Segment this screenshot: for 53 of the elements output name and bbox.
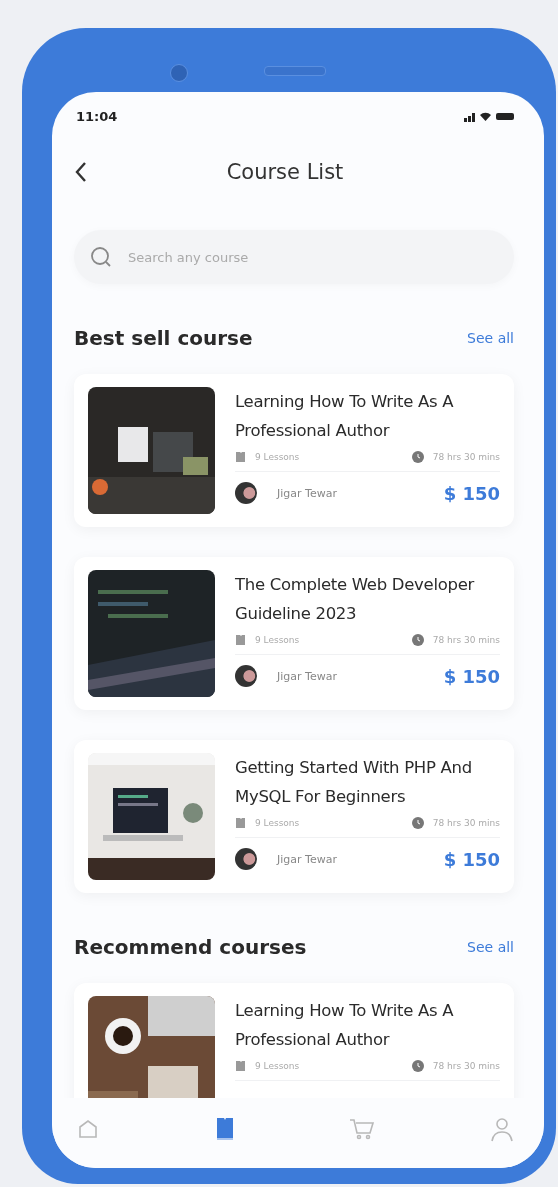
nav-tab[interactable] [489, 1116, 514, 1142]
book-icon [214, 1117, 235, 1141]
author-avatar [235, 482, 257, 504]
book-icon [235, 1060, 246, 1072]
lesson-count: 9 Lessons [255, 818, 300, 828]
search-icon [90, 246, 112, 268]
home-icon [76, 1117, 100, 1141]
course-title: The Complete Web Developer Guideline 2023 [235, 574, 476, 625]
lesson-count: 9 Lessons [255, 1061, 300, 1071]
see-all-link[interactable]: See all [467, 330, 514, 346]
nav-tab[interactable] [349, 1117, 376, 1141]
course-duration: 78 hrs 30 mins [432, 452, 500, 462]
author-avatar [235, 848, 257, 870]
course-title: Learning How To Write As A Professional Author [235, 391, 455, 442]
clock-icon [411, 451, 424, 463]
course-duration: 78 hrs 30 mins [432, 1061, 500, 1071]
clock-icon [411, 1060, 424, 1072]
camera-icon [170, 64, 188, 82]
course-card[interactable]: Learning How To Write As A Professional Author 9 Lessons 78 hrs 30 mins [74, 983, 514, 1098]
status-time: 11:04 [76, 108, 118, 124]
course-card[interactable]: The Complete Web Developer Guideline 2023 9 Lessons 78 hrs 30 mins Jigar Tewar $ 150 [74, 557, 514, 710]
course-title: Getting Started With PHP And MySQL For Beginners [235, 757, 473, 808]
course-price: $ 150 [443, 665, 500, 687]
clock-icon [411, 634, 424, 646]
speaker-icon [264, 66, 326, 76]
author-name: Jigar Tewar [277, 669, 337, 683]
course-price: $ 150 [443, 848, 500, 870]
back-icon[interactable] [74, 161, 88, 183]
cart-icon [349, 1117, 376, 1141]
nav-tab[interactable] [76, 1117, 100, 1141]
lesson-count: 9 Lessons [255, 635, 300, 645]
book-icon [235, 817, 246, 829]
page-title: Course List [225, 160, 345, 184]
course-card[interactable]: Getting Started With PHP And MySQL For Beginners 9 Lessons 78 hrs 30 mins Jigar Tewar $ 150 [74, 740, 514, 893]
book-icon [235, 451, 246, 463]
course-duration: 78 hrs 30 mins [432, 635, 500, 645]
search-field[interactable]: Search any course [74, 230, 514, 284]
clock-icon [411, 817, 424, 829]
section-title: Recommend courses [74, 935, 307, 959]
course-duration: 78 hrs 30 mins [432, 818, 500, 828]
see-all-link[interactable]: See all [467, 939, 514, 955]
book-icon [235, 634, 246, 646]
nav-tab[interactable] [214, 1117, 235, 1141]
course-card[interactable]: Learning How To Write As A Professional Author 9 Lessons 78 hrs 30 mins Jigar Tewar $ 150 [74, 374, 514, 527]
course-price: $ 150 [443, 482, 500, 504]
status-icons [464, 110, 514, 122]
author-name: Jigar Tewar [277, 852, 337, 866]
course-title: Learning How To Write As A Professional Author [235, 1000, 455, 1051]
author-avatar [235, 665, 257, 687]
section-title: Best sell course [74, 326, 253, 350]
lesson-count: 9 Lessons [255, 452, 300, 462]
profile-icon [489, 1116, 514, 1142]
author-name: Jigar Tewar [277, 486, 337, 500]
